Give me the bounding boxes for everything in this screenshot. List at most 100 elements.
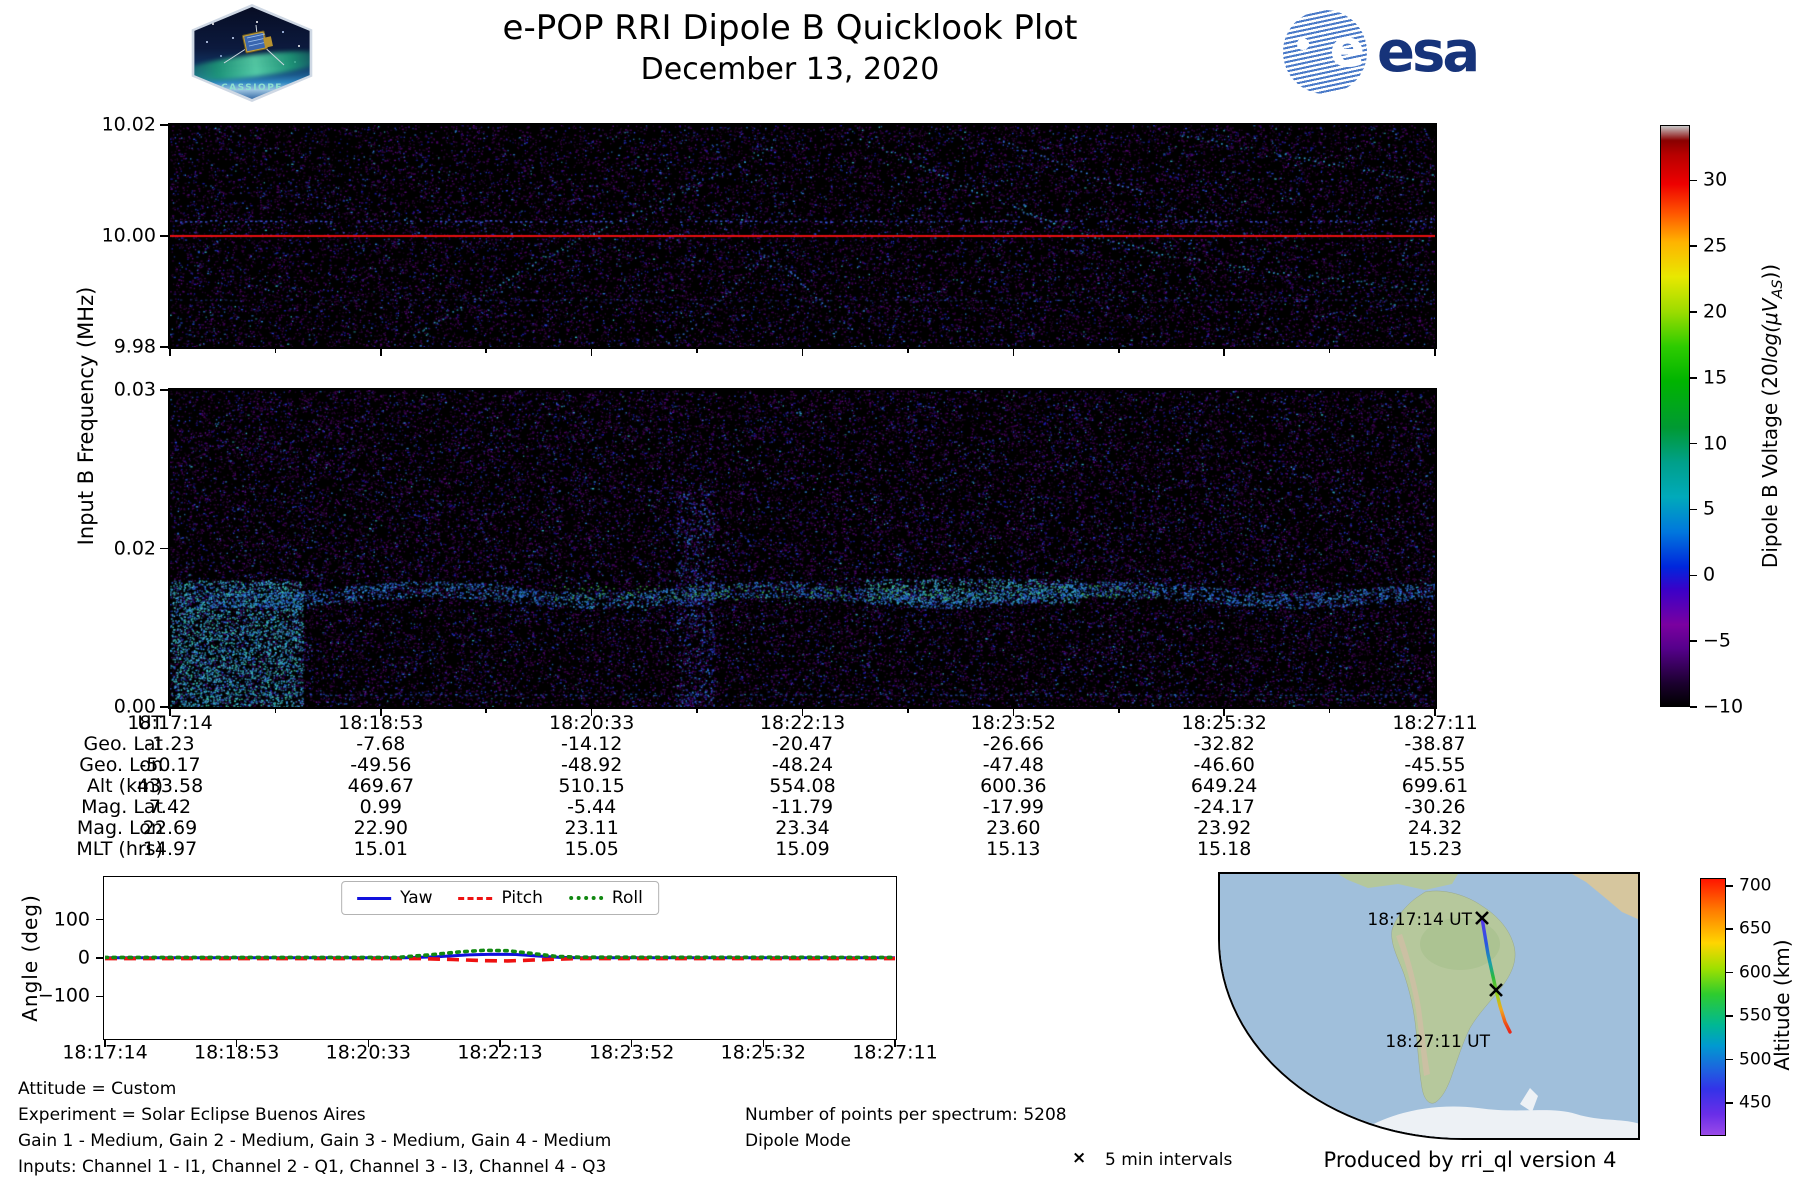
ephemeris-value: 15.09 [703, 839, 903, 860]
altitude-colorbar-tick-label: 700 [1739, 877, 1771, 894]
ephemeris-value: 469.67 [281, 776, 481, 797]
freq-tick [160, 346, 168, 348]
voltage-colorbar-tick [1690, 706, 1697, 708]
legend-item-roll: Roll [569, 888, 643, 908]
freq-tick [160, 389, 168, 391]
ephemeris-value: -20.47 [703, 734, 903, 755]
freq-tick-label: 9.98 [58, 338, 156, 357]
voltage-colorbar-tick [1690, 245, 1697, 247]
ephemeris-value: 649.24 [1124, 776, 1324, 797]
ephemeris-value: 15.01 [281, 839, 481, 860]
angle-x-tick-label: 18:17:14 [40, 1044, 170, 1063]
time-tick [907, 348, 909, 353]
ephemeris-value: 18:25:32 [1124, 713, 1324, 734]
angle-y-tick [96, 919, 104, 921]
angle-x-tick-label: 18:18:53 [172, 1044, 302, 1063]
freq-tick [160, 124, 168, 126]
esa-globe-icon: e [1283, 10, 1367, 94]
voltage-colorbar-tick-label: 10 [1703, 434, 1727, 453]
info-points-per-spectrum: Number of points per spectrum: 5208 [745, 1107, 1067, 1124]
freq-tick-label: 10.02 [58, 116, 156, 135]
voltage-label-subscript: AS [1770, 280, 1786, 299]
time-tick [1223, 348, 1225, 356]
angle-y-tick [96, 957, 104, 959]
ephemeris-value: -17.99 [913, 797, 1113, 818]
ephemeris-value: 0.99 [281, 797, 481, 818]
ephemeris-value: 23.11 [492, 818, 692, 839]
freq-tick [160, 548, 168, 550]
voltage-colorbar-tick [1690, 377, 1697, 379]
angle-y-tick-label: 100 [18, 910, 90, 929]
ephemeris-value: -45.55 [1335, 755, 1535, 776]
voltage-colorbar-tick-label: 20 [1703, 302, 1727, 321]
map-art: 18:17:14 UT 18:27:11 UT [1220, 874, 1640, 1140]
angle-x-tick-label: 18:20:33 [303, 1044, 433, 1063]
ephemeris-value: -32.82 [1124, 734, 1324, 755]
altitude-colorbar-tick [1726, 972, 1733, 974]
voltage-colorbar [1660, 125, 1690, 707]
ephemeris-value: 15.13 [913, 839, 1113, 860]
ephemeris-value: 14.97 [70, 839, 270, 860]
angle-x-tick-label: 18:25:32 [698, 1044, 828, 1063]
intervals-legend-label: 5 min intervals [1105, 1150, 1232, 1170]
voltage-colorbar-tick [1690, 575, 1697, 577]
time-tick [696, 708, 698, 713]
ephemeris-value: 554.08 [703, 776, 903, 797]
esa-logo: e esa [1283, 10, 1477, 94]
ephemeris-value: 15.23 [1335, 839, 1535, 860]
altitude-colorbar-tick-label: 550 [1739, 1008, 1771, 1025]
voltage-label-suffix: )) [1758, 264, 1782, 280]
ephemeris-value: -24.17 [1124, 797, 1324, 818]
spectrogram-y-axis-label: Input B Frequency (MHz) [74, 287, 98, 546]
angle-legend: Yaw Pitch Roll [341, 881, 659, 915]
time-tick [1434, 348, 1436, 356]
ephemeris-value: 18:20:33 [492, 713, 692, 734]
ephemeris-value: -47.48 [913, 755, 1113, 776]
ephemeris-value: 18:18:53 [281, 713, 481, 734]
ephemeris-value: 18:22:13 [703, 713, 903, 734]
altitude-colorbar-tick [1726, 1102, 1733, 1104]
ephemeris-value: 7.42 [70, 797, 270, 818]
info-experiment: Experiment = Solar Eclipse Buenos Aires [18, 1107, 366, 1124]
ephemeris-value: 24.32 [1335, 818, 1535, 839]
esa-wordmark: esa [1377, 20, 1477, 85]
angle-x-tick-label: 18:27:11 [830, 1044, 960, 1063]
time-tick [275, 708, 277, 713]
ephemeris-value: 22.69 [70, 818, 270, 839]
ephemeris-value: 22.90 [281, 818, 481, 839]
ephemeris-value: -1.23 [70, 734, 270, 755]
ephemeris-value: 18:27:11 [1335, 713, 1535, 734]
ephemeris-value: 23.60 [913, 818, 1113, 839]
time-tick [485, 708, 487, 713]
freq-tick-label: 10.00 [58, 227, 156, 246]
altitude-colorbar-tick [1726, 1015, 1733, 1017]
ephemeris-value: -48.92 [492, 755, 692, 776]
ephemeris-value: 600.36 [913, 776, 1113, 797]
angle-y-tick-label: −100 [18, 987, 90, 1006]
time-tick [1329, 708, 1331, 713]
time-tick [1329, 348, 1331, 353]
info-dipole-mode: Dipole Mode [745, 1133, 851, 1150]
cassiope-patch-art: CASSIOPE [188, 7, 316, 99]
voltage-colorbar-tick-label: 15 [1703, 368, 1727, 387]
altitude-colorbar-label: Altitude (km) [1770, 939, 1794, 1070]
ephemeris-value: -5.44 [492, 797, 692, 818]
pitch-line-sample [459, 897, 493, 900]
yaw-line-sample [357, 897, 391, 900]
time-tick [1118, 348, 1120, 353]
time-tick [802, 348, 804, 356]
ephemeris-value: 23.34 [703, 818, 903, 839]
voltage-colorbar-tick [1690, 180, 1697, 182]
voltage-colorbar-tick-label: 25 [1703, 237, 1727, 256]
page-subtitle: December 13, 2020 [300, 52, 1280, 87]
altitude-colorbar [1700, 878, 1726, 1136]
pitch-label: Pitch [502, 888, 543, 908]
freq-tick-label: 0.03 [58, 381, 156, 400]
spectrogram-lower-canvas [170, 390, 1435, 707]
voltage-colorbar-tick [1690, 640, 1697, 642]
time-tick [696, 348, 698, 353]
time-tick [275, 348, 277, 353]
voltage-colorbar-tick [1690, 311, 1697, 313]
angle-y-tick-label: 0 [18, 949, 90, 968]
time-tick [907, 708, 909, 713]
